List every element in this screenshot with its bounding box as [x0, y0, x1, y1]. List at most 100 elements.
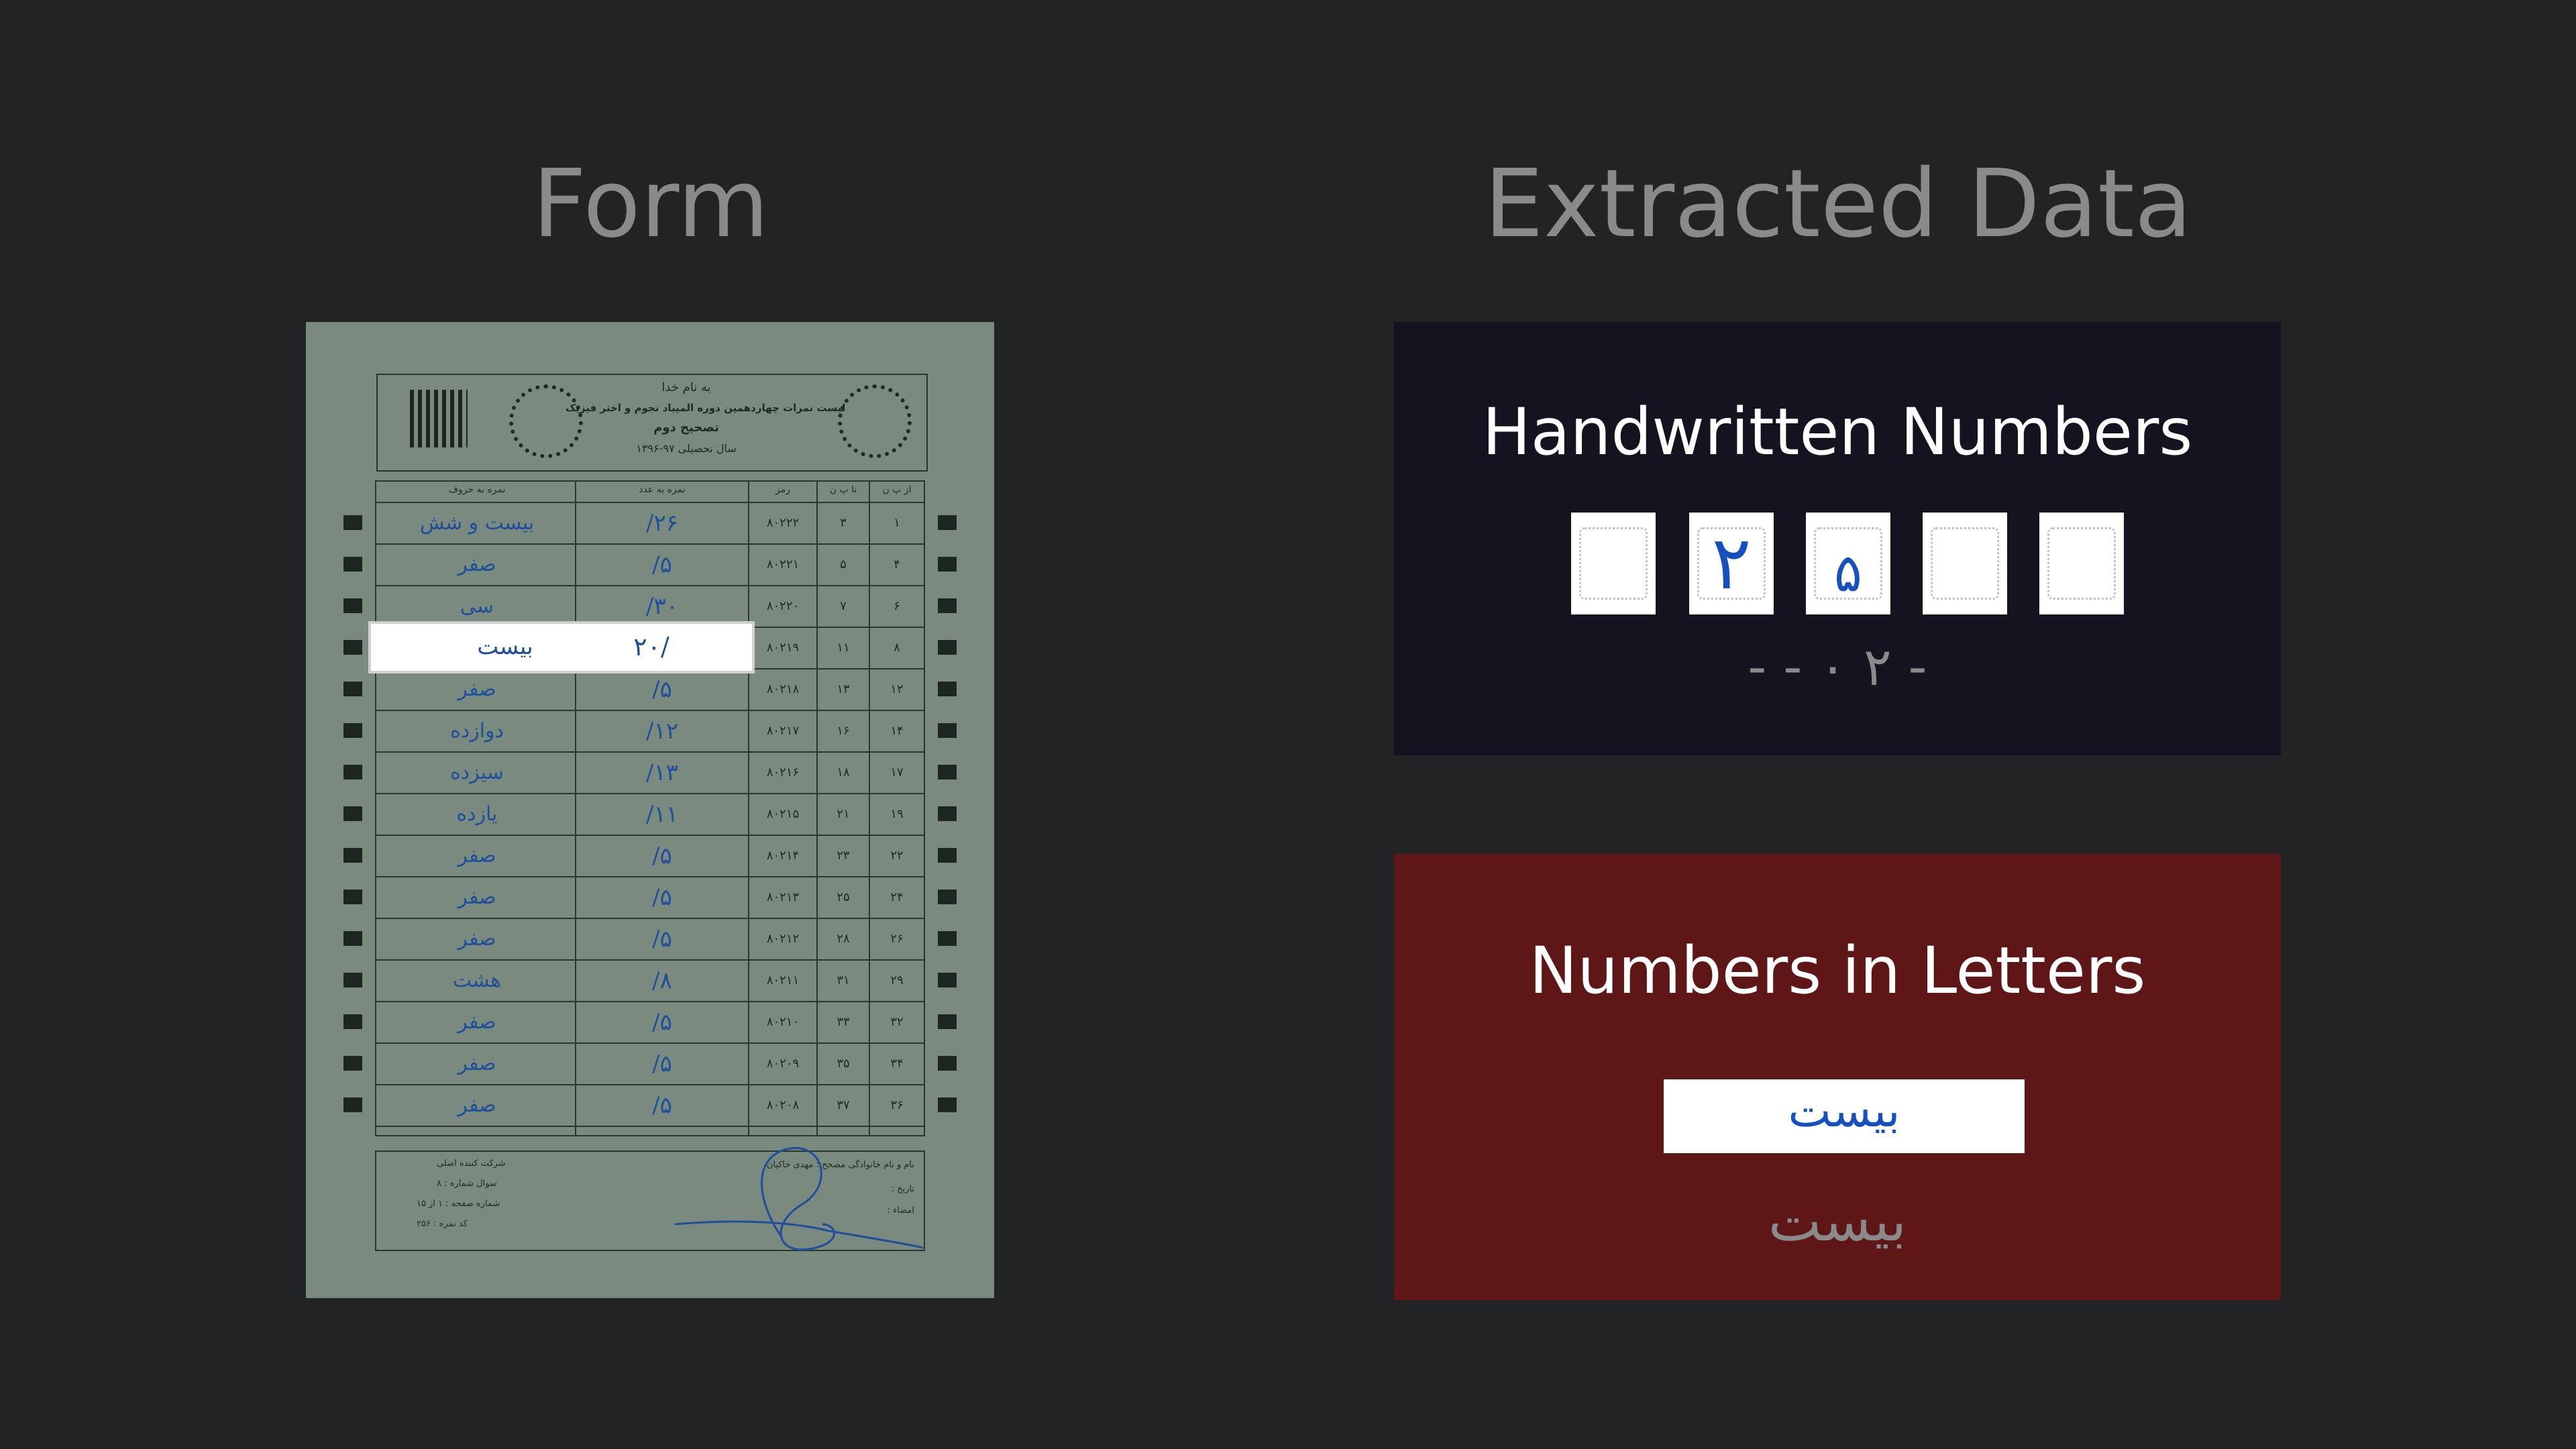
row-word: صفر: [458, 1052, 496, 1075]
table-row: ۱۷ ۱۸ ۸۰۲۱۶ ۱۳/سیزده: [376, 753, 924, 794]
row-marker: [938, 806, 957, 821]
numbers-in-letters-title: Numbers in Letters: [1529, 933, 2146, 1008]
row-marker: [343, 1056, 362, 1071]
row-marker: [938, 557, 957, 572]
row-from: ۱: [894, 516, 900, 530]
row-marker: [343, 515, 362, 530]
handwritten-word: بیست: [1788, 1085, 1900, 1138]
row-from: ۳۴: [890, 1057, 904, 1071]
row-code: ۸۰۲۱۰: [766, 1015, 800, 1029]
row-marker: [938, 682, 957, 696]
row-to: ۱۳: [837, 682, 850, 696]
row-marker: [938, 973, 957, 987]
table-row: ۲۹ ۳۱ ۸۰۲۱۱ ۸/هشت: [376, 961, 924, 1002]
row-number: ۵/: [652, 676, 672, 703]
row-word: هشت: [452, 969, 502, 992]
row-marker: [343, 682, 362, 696]
university-emblem-icon: [509, 384, 583, 458]
table-row: ۲۶ ۲۸ ۸۰۲۱۲ ۵/صفر: [376, 919, 924, 961]
extracted-word-text: بیست: [1768, 1188, 1907, 1254]
row-marker: [343, 598, 362, 613]
scanned-form: به نام خدا لیست نمرات چهاردهمین دوره الم…: [306, 322, 994, 1298]
grade-table: از پ ن تا پ ن رمز نمره به عدد نمره به حر…: [375, 480, 925, 1136]
form-heading: Form: [532, 150, 769, 259]
row-marker: [343, 557, 362, 572]
form-title: لیست نمرات چهاردهمین دوره المپیاد نجوم و…: [566, 402, 846, 414]
digit-box: ۲: [1689, 513, 1774, 614]
row-to: ۳۷: [837, 1098, 850, 1112]
row-to: ۳۱: [837, 973, 850, 987]
row-number: ۸/: [652, 967, 672, 994]
row-to: ۲۵: [837, 890, 850, 904]
table-row: ۲۲ ۲۳ ۸۰۲۱۴ ۵/صفر: [376, 836, 924, 877]
grade-code-label: کد نمره : ۲۵۶: [417, 1219, 468, 1229]
row-number: ۲۶/: [646, 510, 678, 537]
extracted-numbers-text: - ۲ ۰ - -: [1748, 637, 1927, 698]
row-number: ۵/: [652, 1009, 672, 1036]
page-label: شماره صفحه : ۱ از ۱۵: [417, 1199, 500, 1209]
row-code: ۸۰۲۱۵: [766, 807, 800, 821]
row-number: ۱۲/: [646, 718, 678, 745]
row-marker: [938, 931, 957, 946]
row-code: ۸۰۲۱۹: [766, 641, 800, 655]
row-number: ۵/: [652, 926, 672, 953]
row-marker: [938, 515, 957, 530]
row-word: صفر: [458, 844, 496, 867]
question-label: سوال شماره : ۸: [437, 1179, 497, 1189]
row-to: ۲۱: [837, 807, 850, 821]
column-header-number: نمره به عدد: [639, 484, 686, 495]
row-marker: [938, 890, 957, 904]
row-number: ۱۱/: [646, 801, 678, 828]
form-subtitle: تصحیح دوم: [653, 421, 719, 435]
table-row: ۱۴ ۱۶ ۸۰۲۱۷ ۱۲/دوازده: [376, 711, 924, 753]
row-from: ۱۲: [890, 682, 904, 696]
highlighted-word: بیست: [477, 633, 533, 660]
row-marker: [938, 848, 957, 863]
numbers-in-letters-panel: Numbers in Letters بیست بیست: [1394, 854, 2281, 1300]
row-number: ۵/: [652, 843, 672, 869]
row-number: ۳۰/: [646, 593, 678, 620]
row-number: ۱۳/: [646, 759, 678, 786]
signature-icon: [674, 1147, 923, 1251]
row-marker: [343, 765, 362, 780]
column-header-from: از پ ن: [882, 484, 912, 495]
row-marker: [938, 640, 957, 655]
table-row: ۲۴ ۲۵ ۸۰۲۱۳ ۵/صفر: [376, 877, 924, 919]
form-year: سال تحصیلی ۹۷-۱۳۹۶: [636, 442, 737, 455]
digit-box: [1571, 513, 1656, 614]
digit-box: ۵: [1806, 513, 1890, 614]
row-code: ۸۰۲۲۱: [766, 557, 800, 572]
row-to: ۲۳: [837, 849, 850, 863]
table-row: ۳۴ ۳۵ ۸۰۲۰۹ ۵/صفر: [376, 1044, 924, 1085]
row-word: صفر: [458, 678, 496, 701]
row-from: ۲۶: [890, 932, 904, 946]
row-marker: [343, 640, 362, 655]
olympiad-emblem-icon: [838, 384, 912, 458]
row-word: صفر: [458, 1010, 496, 1034]
row-code: ۸۰۲۲۰: [766, 599, 800, 613]
form-header: به نام خدا لیست نمرات چهاردهمین دوره الم…: [376, 374, 928, 472]
row-from: ۸: [894, 641, 900, 655]
table-row: ۳۲ ۳۳ ۸۰۲۱۰ ۵/صفر: [376, 1002, 924, 1044]
row-to: ۷: [840, 599, 847, 613]
row-word: صفر: [458, 885, 496, 909]
digit-box: [1923, 513, 2007, 614]
row-word: یازده: [456, 802, 498, 826]
row-from: ۱۹: [890, 807, 904, 821]
row-marker: [938, 765, 957, 780]
row-code: ۸۰۲۱۳: [766, 890, 800, 904]
digit-box: [2039, 513, 2124, 614]
column-header-to: تا پ ن: [829, 484, 857, 495]
row-marker: [343, 973, 362, 987]
row-to: ۳: [840, 516, 847, 530]
row-word: صفر: [458, 1093, 496, 1117]
row-to: ۲۸: [837, 932, 850, 946]
row-word: صفر: [458, 927, 496, 951]
column-header-code: رمز: [775, 484, 790, 495]
row-from: ۴: [894, 557, 900, 572]
row-marker: [343, 890, 362, 904]
table-row: ۳۶ ۳۷ ۸۰۲۰۸ ۵/صفر: [376, 1085, 924, 1127]
row-to: ۱۶: [837, 724, 850, 738]
row-marker: [938, 1097, 957, 1112]
row-code: ۸۰۲۱۲: [766, 932, 800, 946]
